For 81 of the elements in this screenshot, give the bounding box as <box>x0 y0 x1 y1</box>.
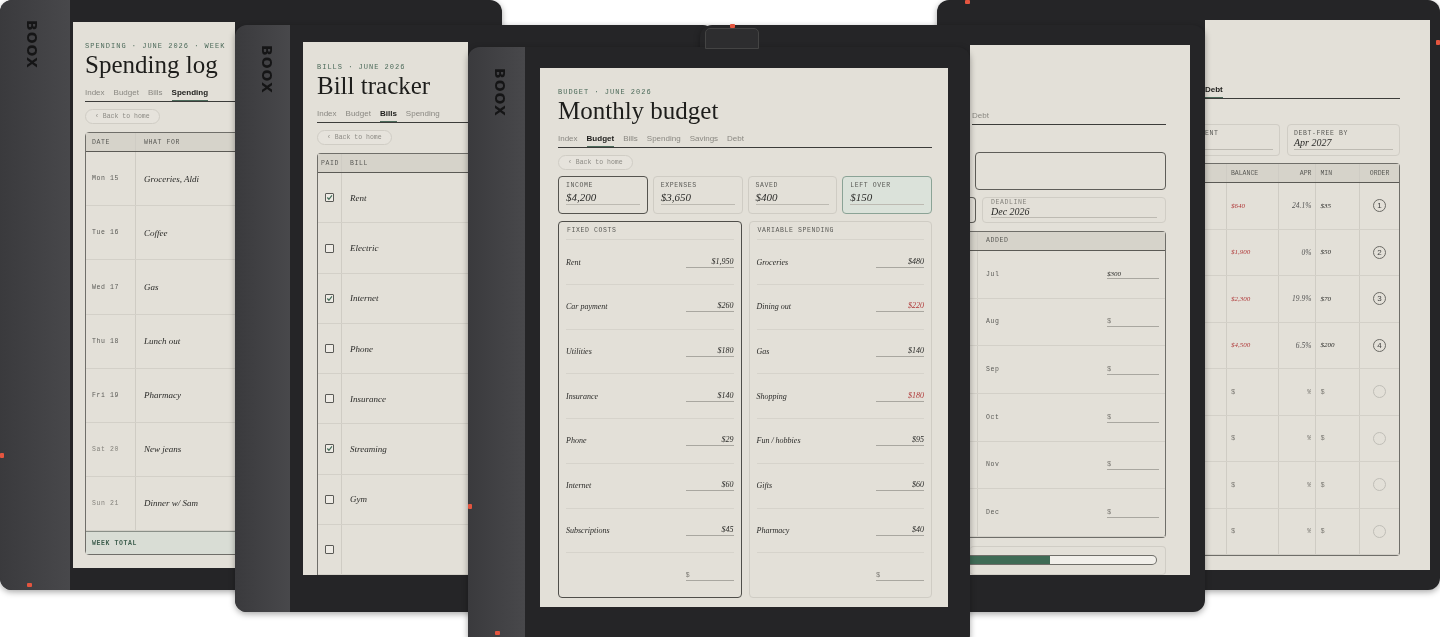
category-label: Gas <box>756 347 770 357</box>
bill-name: Gym <box>349 494 367 505</box>
page-title: Spending log <box>85 52 219 79</box>
amount-value: $1,950 <box>685 256 734 268</box>
amount-value: $180 <box>876 390 924 402</box>
expense-cell-text: Pharmacy <box>143 390 181 401</box>
category-label: Subscriptions <box>566 525 610 535</box>
category-label: Groceries <box>756 257 789 267</box>
page-title: Bill tracker <box>317 73 432 100</box>
category-label: Insurance <box>566 391 598 401</box>
card-value: $400 <box>755 191 830 206</box>
amount-value: $45 <box>685 524 734 536</box>
category-label: Shopping <box>756 391 787 401</box>
expense-cell-text: Groceries, Aldi <box>143 173 199 184</box>
amount-value: $60 <box>685 480 734 492</box>
amount-value: $29 <box>685 435 734 447</box>
paid-checkbox[interactable] <box>325 344 334 353</box>
bill-name: Phone <box>349 343 373 354</box>
card-value: Apr 2027 <box>1294 137 1393 150</box>
nav-tab[interactable]: Savings <box>689 134 719 148</box>
amount-value: $95 <box>876 435 924 447</box>
page-title: Monthly budget <box>558 98 720 125</box>
bill-name: Insurance <box>349 393 386 404</box>
amount-value: $260 <box>685 301 734 313</box>
nav-tab[interactable]: Debt <box>972 111 989 124</box>
hardware-button-icon <box>965 0 970 4</box>
bill-name: Electric <box>349 243 379 254</box>
hardware-button-icon <box>0 453 4 458</box>
hardware-button-icon <box>495 631 500 635</box>
hardware-button-icon <box>730 24 735 28</box>
nav-tab[interactable]: Bills <box>147 88 163 102</box>
paid-checkbox[interactable] <box>325 394 334 404</box>
category-label: Rent <box>566 257 581 267</box>
nav-tab[interactable]: Spending <box>171 88 209 102</box>
category-label: Car payment <box>566 302 608 312</box>
amount-value: $220 <box>876 301 924 313</box>
hardware-button-icon <box>27 583 32 587</box>
paid-checkbox[interactable] <box>325 494 334 504</box>
category-label: Dining out <box>756 302 791 312</box>
category-label: Gifts <box>756 481 773 491</box>
amount-value: $40 <box>876 524 924 536</box>
nav-tab[interactable]: Index <box>85 88 105 102</box>
nav-tab[interactable]: Spending <box>646 134 681 148</box>
paid-checkbox[interactable] <box>325 243 334 253</box>
paid-checkbox[interactable] <box>325 444 334 454</box>
paid-checkbox[interactable] <box>325 193 334 203</box>
amount-value: $480 <box>876 256 924 268</box>
category-label: Internet <box>566 481 592 491</box>
nav-tab[interactable]: Bills <box>623 134 638 148</box>
amount-value: $180 <box>685 346 734 358</box>
card-value: $3,650 <box>660 191 735 206</box>
nav-tab[interactable]: Index <box>558 134 578 148</box>
deadline-value: Dec 2026 <box>991 205 1157 218</box>
nav-tab[interactable]: Budget <box>345 109 371 123</box>
amount-value: $140 <box>685 390 734 402</box>
category-label: Utilities <box>566 347 592 357</box>
card-value: $150 <box>850 191 924 206</box>
category-label: Fun / hobbies <box>756 436 801 446</box>
bill-name: Rent <box>349 192 367 203</box>
nav-tab[interactable]: Bills <box>379 109 397 123</box>
hardware-button-icon <box>468 504 472 509</box>
paid-checkbox[interactable] <box>325 544 334 554</box>
expense-cell-text: Coffee <box>143 227 168 238</box>
bill-name: Streaming <box>349 443 387 454</box>
nav-tab[interactable]: Index <box>317 109 337 123</box>
bill-name: Internet <box>349 293 379 304</box>
nav-tab[interactable]: Budget <box>586 134 615 148</box>
category-label: Pharmacy <box>756 525 790 535</box>
paid-checkbox[interactable] <box>325 293 334 303</box>
category-label: Phone <box>566 436 587 446</box>
expense-cell-text: Lunch out <box>143 336 181 347</box>
nav-tab[interactable]: Debt <box>727 134 744 148</box>
hardware-button-icon <box>1436 40 1440 45</box>
expense-cell-text: New jeans <box>143 444 182 455</box>
expense-cell-text: Gas <box>143 282 159 292</box>
amount-value: $140 <box>876 346 924 358</box>
nav-tab[interactable]: Spending <box>405 109 440 123</box>
card-value: $4,200 <box>566 191 640 206</box>
nav-tab[interactable]: Budget <box>113 88 139 102</box>
amount-value: $60 <box>876 480 924 492</box>
expense-cell-text: Dinner w/ Sam <box>143 498 198 509</box>
